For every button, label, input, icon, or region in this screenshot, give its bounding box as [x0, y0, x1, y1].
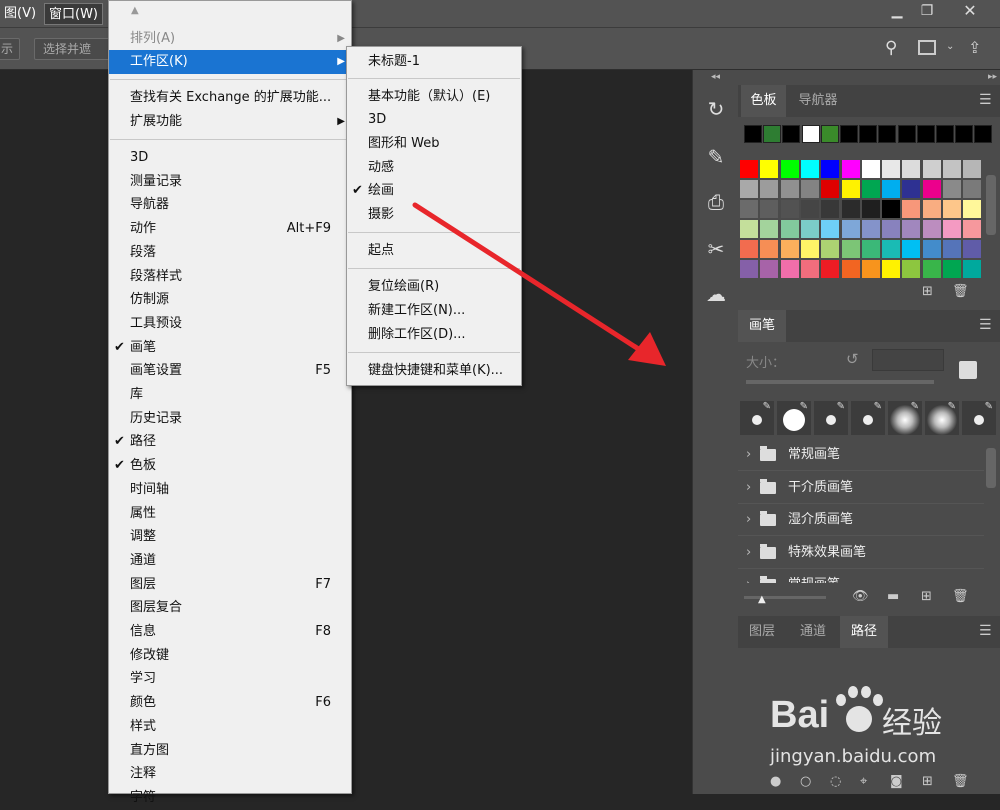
annotation-arrow — [412, 202, 666, 366]
